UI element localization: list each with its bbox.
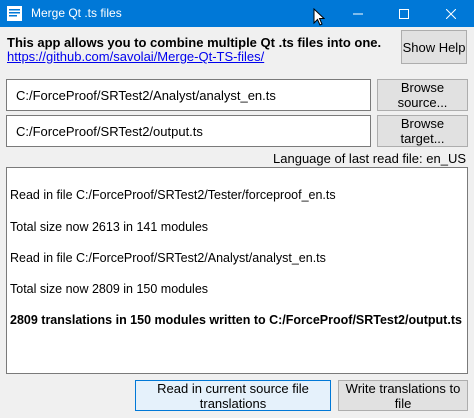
browse-target-button[interactable]: Browse target... <box>377 115 468 147</box>
intro-text: This app allows you to combine multiple … <box>7 35 382 50</box>
target-file-field[interactable]: C:/ForceProof/SRTest2/output.ts <box>6 115 371 147</box>
log-line: Read in file C:/ForceProof/SRTest2/Teste… <box>10 188 336 202</box>
language-label: Language of last read file: en_US <box>273 151 466 166</box>
source-file-field[interactable]: C:/ForceProof/SRTest2/Analyst/analyst_en… <box>6 79 371 111</box>
log-line-result: 2809 translations in 150 modules written… <box>10 313 462 327</box>
log-output[interactable]: Read in file C:/ForceProof/SRTest2/Teste… <box>6 167 468 374</box>
maximize-button[interactable] <box>381 0 427 27</box>
window-title: Merge Qt .ts files <box>31 6 122 20</box>
log-line: Total size now 2809 in 150 modules <box>10 282 209 296</box>
read-translations-button[interactable]: Read in current source file translations <box>135 380 331 411</box>
mouse-cursor-icon <box>313 7 326 26</box>
app-icon <box>7 6 22 21</box>
github-link[interactable]: https://github.com/savolai/Merge-Qt-TS-f… <box>7 49 264 64</box>
write-translations-button[interactable]: Write translations to file <box>338 380 468 411</box>
minimize-button[interactable] <box>335 0 381 27</box>
show-help-button[interactable]: Show Help <box>401 30 467 64</box>
log-line: Read in file C:/ForceProof/SRTest2/Analy… <box>10 251 326 265</box>
log-line: Total size now 2613 in 141 modules <box>10 220 209 234</box>
title-bar[interactable]: Merge Qt .ts files <box>0 0 474 27</box>
close-button[interactable] <box>428 0 474 27</box>
browse-source-button[interactable]: Browse source... <box>377 79 468 111</box>
